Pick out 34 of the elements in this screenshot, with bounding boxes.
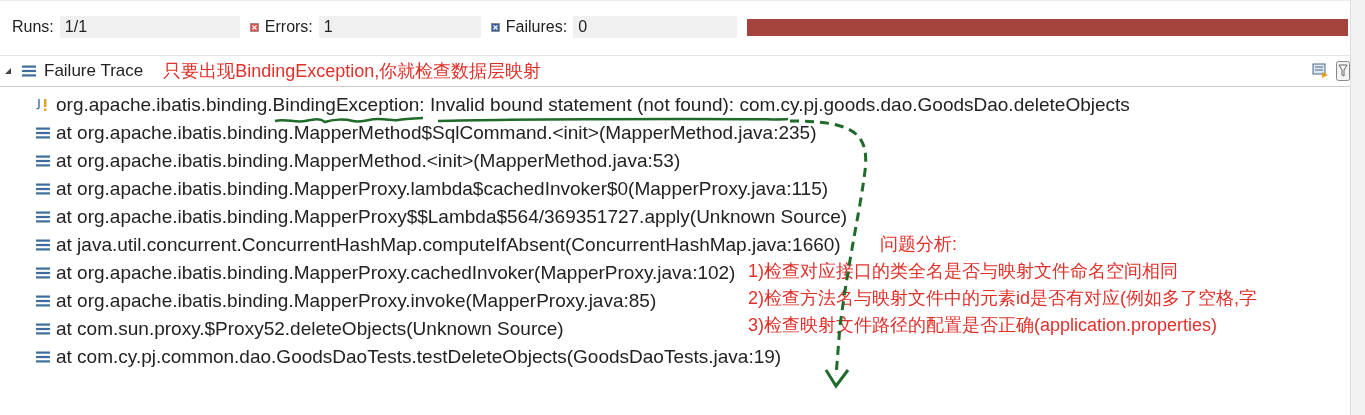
stack-frame-icon (36, 239, 50, 251)
stack-frame-icon (36, 295, 50, 307)
counter-field: 1/1 (59, 16, 240, 38)
counter-label: Runs: (12, 18, 54, 36)
stack-frame[interactable]: at org.apache.ibatis.binding.MapperProxy.invoke(MapperProxy.java:85) (56, 290, 657, 312)
tree-toggle-icon[interactable] (4, 67, 12, 75)
counter-label: Errors: (264, 18, 313, 36)
failure-icon (490, 22, 500, 32)
stack-frame-icon (36, 351, 50, 363)
compare-icon[interactable] (1312, 63, 1330, 79)
stack-frame-icon (22, 65, 36, 77)
stack-frame-icon (36, 155, 50, 167)
annotation-text: 只要出现BindingException,你就检查数据层映射 (163, 60, 542, 83)
filter-icon[interactable] (1336, 61, 1350, 81)
stack-frame[interactable]: at org.apache.ibatis.binding.MapperProxy$$Lambda$564/369351727.apply(Unknown Source) (56, 206, 848, 228)
counter-field: 0 (573, 16, 738, 38)
stack-frame[interactable]: at org.apache.ibatis.binding.MapperProxy.cachedInvoker(MapperProxy.java:102) (56, 262, 736, 284)
stack-frame-icon (36, 211, 50, 223)
stack-frame[interactable]: at java.util.concurrent.ConcurrentHashMap.computeIfAbsent(ConcurrentHashMap.java:1660) (56, 234, 841, 256)
stack-frame-icon (36, 267, 50, 279)
panel-title: Failure Trace (44, 61, 144, 81)
exception-message[interactable]: org.apache.ibatis.binding.BindingException: Invalid bound statement (not found): com.cy.pj.goods.dao.GoodsDao.deleteObjects (56, 94, 1130, 116)
counter-label: Failures: (505, 18, 568, 36)
stack-frame-icon (36, 127, 50, 139)
stack-frame[interactable]: at org.apache.ibatis.binding.MapperMethod.<init>(MapperMethod.java:53) (56, 150, 681, 172)
stack-frame-icon (36, 323, 50, 335)
error-icon (249, 22, 259, 32)
stack-frame[interactable]: at org.apache.ibatis.binding.MapperMethod$SqlCommand.<init>(MapperMethod.java:235) (56, 122, 817, 144)
stack-frame[interactable]: at org.apache.ibatis.binding.MapperProxy.lambda$cachedInvoker$0(MapperProxy.java:115) (56, 178, 829, 200)
stack-frame[interactable]: at com.cy.pj.common.dao.GoodsDaoTests.testDeleteObjects(GoodsDaoTests.java:19) (56, 346, 782, 368)
annotation-title: 问题分析: (880, 233, 957, 256)
stack-frame-icon (36, 183, 50, 195)
counter-field: 1 (318, 16, 481, 38)
stack-frame[interactable]: at com.sun.proxy.$Proxy52.deleteObjects(Unknown Source) (56, 318, 564, 340)
